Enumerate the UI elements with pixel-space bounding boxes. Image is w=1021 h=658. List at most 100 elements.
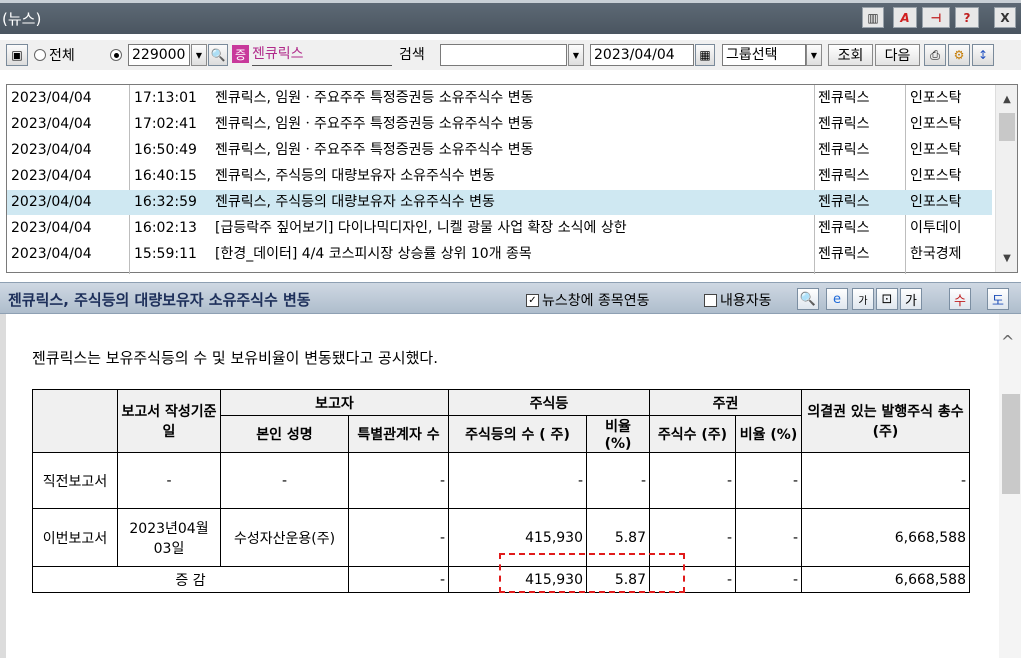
scroll-thumb[interactable]	[1002, 394, 1020, 494]
scroll-down-icon[interactable]: ▼	[996, 248, 1018, 268]
news-time: 17:02:41	[134, 116, 197, 132]
news-row-selected[interactable]: 2023/04/04 16:32:59 젠큐릭스, 주식등의 대량보유자 소유주…	[7, 190, 992, 215]
radio-stock-dot[interactable]	[110, 49, 122, 61]
next-button[interactable]: 다음	[875, 44, 920, 66]
th-name: 본인 성명	[220, 415, 349, 453]
th-special: 특별관계자 수	[348, 415, 449, 453]
news-time: 16:40:15	[134, 168, 197, 184]
cell: 수성자산운용(주)	[220, 508, 349, 567]
checkbox-checked[interactable]: ✓	[526, 293, 539, 307]
cell: 6,668,588	[801, 508, 970, 567]
title-bar: (뉴스) ▥ A ⊣ ? X	[0, 0, 1021, 34]
help-button[interactable]: ?	[955, 7, 979, 28]
stock-name-field[interactable]: 젠큐릭스	[252, 44, 392, 66]
cell: 2023년04월03일	[117, 508, 221, 567]
group-select[interactable]: 그룹선택	[722, 44, 806, 66]
cell: -	[348, 508, 449, 567]
th-stock-count: 주식등의 수 ( 주)	[448, 415, 587, 453]
font-smaller-button[interactable]: 가	[852, 288, 874, 310]
news-date: 2023/04/04	[11, 246, 92, 262]
news-stock: 젠큐릭스	[818, 168, 870, 184]
buy-button[interactable]: 수	[949, 288, 971, 310]
news-time: 15:59:11	[134, 246, 197, 262]
pin-icon[interactable]: ⊣	[922, 7, 950, 28]
th-voting-shares: 의결권 있는 발행주식 총수(주)	[801, 389, 970, 453]
stock-code-dropdown-icon[interactable]: ▼	[191, 44, 207, 66]
news-source: 인포스탁	[910, 194, 962, 210]
font-larger-button[interactable]: 가	[900, 288, 922, 310]
search-dropdown-icon[interactable]: ▼	[568, 44, 584, 66]
news-date: 2023/04/04	[11, 168, 92, 184]
news-headline[interactable]: 젠큐릭스, 주식등의 대량보유자 소유주식수 변동	[215, 190, 815, 215]
cell: -	[220, 452, 349, 509]
close-button[interactable]: X	[994, 7, 1016, 28]
group-dropdown-icon[interactable]: ▼	[806, 44, 822, 66]
date-input[interactable]: 2023/04/04	[590, 44, 694, 66]
news-row[interactable]: 2023/04/04 15:59:11 [한경_데이터] 4/4 코스피시장 상…	[7, 242, 992, 267]
news-stock: 젠큐릭스	[818, 246, 870, 262]
news-stock: 젠큐릭스	[818, 142, 870, 158]
news-scrollbar[interactable]: ▲ ▼	[995, 85, 1017, 272]
radio-all-label: 전체	[49, 48, 75, 64]
radio-all[interactable]: 전체	[34, 44, 75, 66]
checkbox-unchecked[interactable]	[704, 293, 717, 307]
sort-icon[interactable]: ↕	[972, 44, 994, 66]
article-summary: 젠큐릭스는 보유주식등의 수 및 보유비율이 변동됐다고 공시했다.	[32, 349, 438, 367]
securities-badge: 증	[232, 45, 249, 63]
scroll-thumb[interactable]	[999, 113, 1015, 141]
news-row[interactable]: 2023/04/04 16:02:13 [급등락주 짚어보기] 다이나믹디자인,…	[7, 216, 992, 241]
fit-icon[interactable]: ⊡	[876, 288, 898, 310]
sell-button[interactable]: 도	[987, 288, 1009, 310]
search-input[interactable]	[440, 44, 567, 66]
article-header-bar: 젠큐릭스, 주식등의 대량보유자 소유주식수 변동 ✓ 뉴스창에 종목연동 내용…	[0, 282, 1021, 314]
news-time: 17:13:01	[134, 90, 197, 106]
news-row[interactable]: 2023/04/04 16:50:49 젠큐릭스, 임원ㆍ주요주주 특정증권등 …	[7, 138, 992, 163]
news-row[interactable]: 2023/04/04 17:13:01 젠큐릭스, 임원ㆍ주요주주 특정증권등 …	[7, 86, 992, 111]
auto-checkbox-label: 내용자동	[720, 293, 772, 309]
gear-icon[interactable]: ⚙	[948, 44, 970, 66]
news-headline[interactable]: [한경_데이터] 4/4 코스피시장 상승률 상위 10개 종목	[215, 242, 815, 267]
link-checkbox-label: 뉴스창에 종목연동	[542, 293, 650, 309]
th-stocks: 주식등	[448, 389, 650, 416]
news-stock: 젠큐릭스	[818, 90, 870, 106]
news-date: 2023/04/04	[11, 90, 92, 106]
scroll-up-icon[interactable]: ▲	[996, 89, 1018, 109]
radio-stock[interactable]	[110, 44, 122, 66]
row-label: 직전보고서	[32, 452, 118, 509]
news-headline[interactable]: 젠큐릭스, 임원ㆍ주요주주 특정증권등 소유주식수 변동	[215, 138, 815, 163]
article-scrollbar[interactable]: ^	[999, 314, 1021, 658]
scroll-up-icon[interactable]: ^	[1001, 332, 1014, 351]
news-headline[interactable]: 젠큐릭스, 임원ㆍ주요주주 특정증권등 소유주식수 변동	[215, 112, 815, 137]
calendar-icon[interactable]: ▦	[695, 44, 715, 66]
auto-checkbox[interactable]: 내용자동	[704, 290, 772, 310]
toolbar: ▣ 전체 229000 ▼ 🔍 증 젠큐릭스 검색 ▼ 2023/04/04 ▦…	[0, 40, 1021, 70]
search-icon[interactable]: 🔍	[208, 44, 228, 66]
font-a-button[interactable]: A	[893, 7, 917, 28]
link-checkbox[interactable]: ✓ 뉴스창에 종목연동	[526, 290, 650, 310]
news-source: 인포스탁	[910, 116, 962, 132]
news-headline[interactable]: 젠큐릭스, 임원ㆍ주요주주 특정증권등 소유주식수 변동	[215, 86, 815, 111]
radio-all-dot[interactable]	[34, 49, 46, 61]
news-list: 2023/04/04 17:13:01 젠큐릭스, 임원ㆍ주요주주 특정증권등 …	[6, 84, 1018, 274]
news-row[interactable]: 2023/04/04 16:40:15 젠큐릭스, 주식등의 대량보유자 소유주…	[7, 164, 992, 189]
news-headline[interactable]: [급등락주 짚어보기] 다이나믹디자인, 니켈 광물 사업 확장 소식에 상한	[215, 216, 815, 241]
cell: 6,668,588	[801, 566, 970, 593]
news-date: 2023/04/04	[11, 116, 92, 132]
row-label: 이번보고서	[32, 508, 118, 567]
print-icon[interactable]: ⎙	[924, 44, 946, 66]
zoom-icon[interactable]: 🔍	[797, 288, 819, 310]
layout-icon[interactable]: ▥	[862, 7, 884, 28]
cell: -	[348, 566, 449, 593]
search-label: 검색	[399, 47, 425, 63]
news-headline[interactable]: 젠큐릭스, 주식등의 대량보유자 소유주식수 변동	[215, 164, 815, 189]
news-time: 16:02:13	[134, 220, 197, 236]
cell: -	[117, 452, 221, 509]
news-row[interactable]: 2023/04/04 17:02:41 젠큐릭스, 임원ㆍ주요주주 특정증권등 …	[7, 112, 992, 137]
lookup-button[interactable]: 조회	[828, 44, 873, 66]
news-date: 2023/04/04	[11, 220, 92, 236]
browser-icon[interactable]: e	[826, 288, 848, 310]
news-date: 2023/04/04	[11, 194, 92, 210]
stock-code-input[interactable]: 229000	[128, 44, 190, 66]
window-menu-icon[interactable]: ▣	[6, 44, 28, 66]
cell: -	[649, 452, 736, 509]
